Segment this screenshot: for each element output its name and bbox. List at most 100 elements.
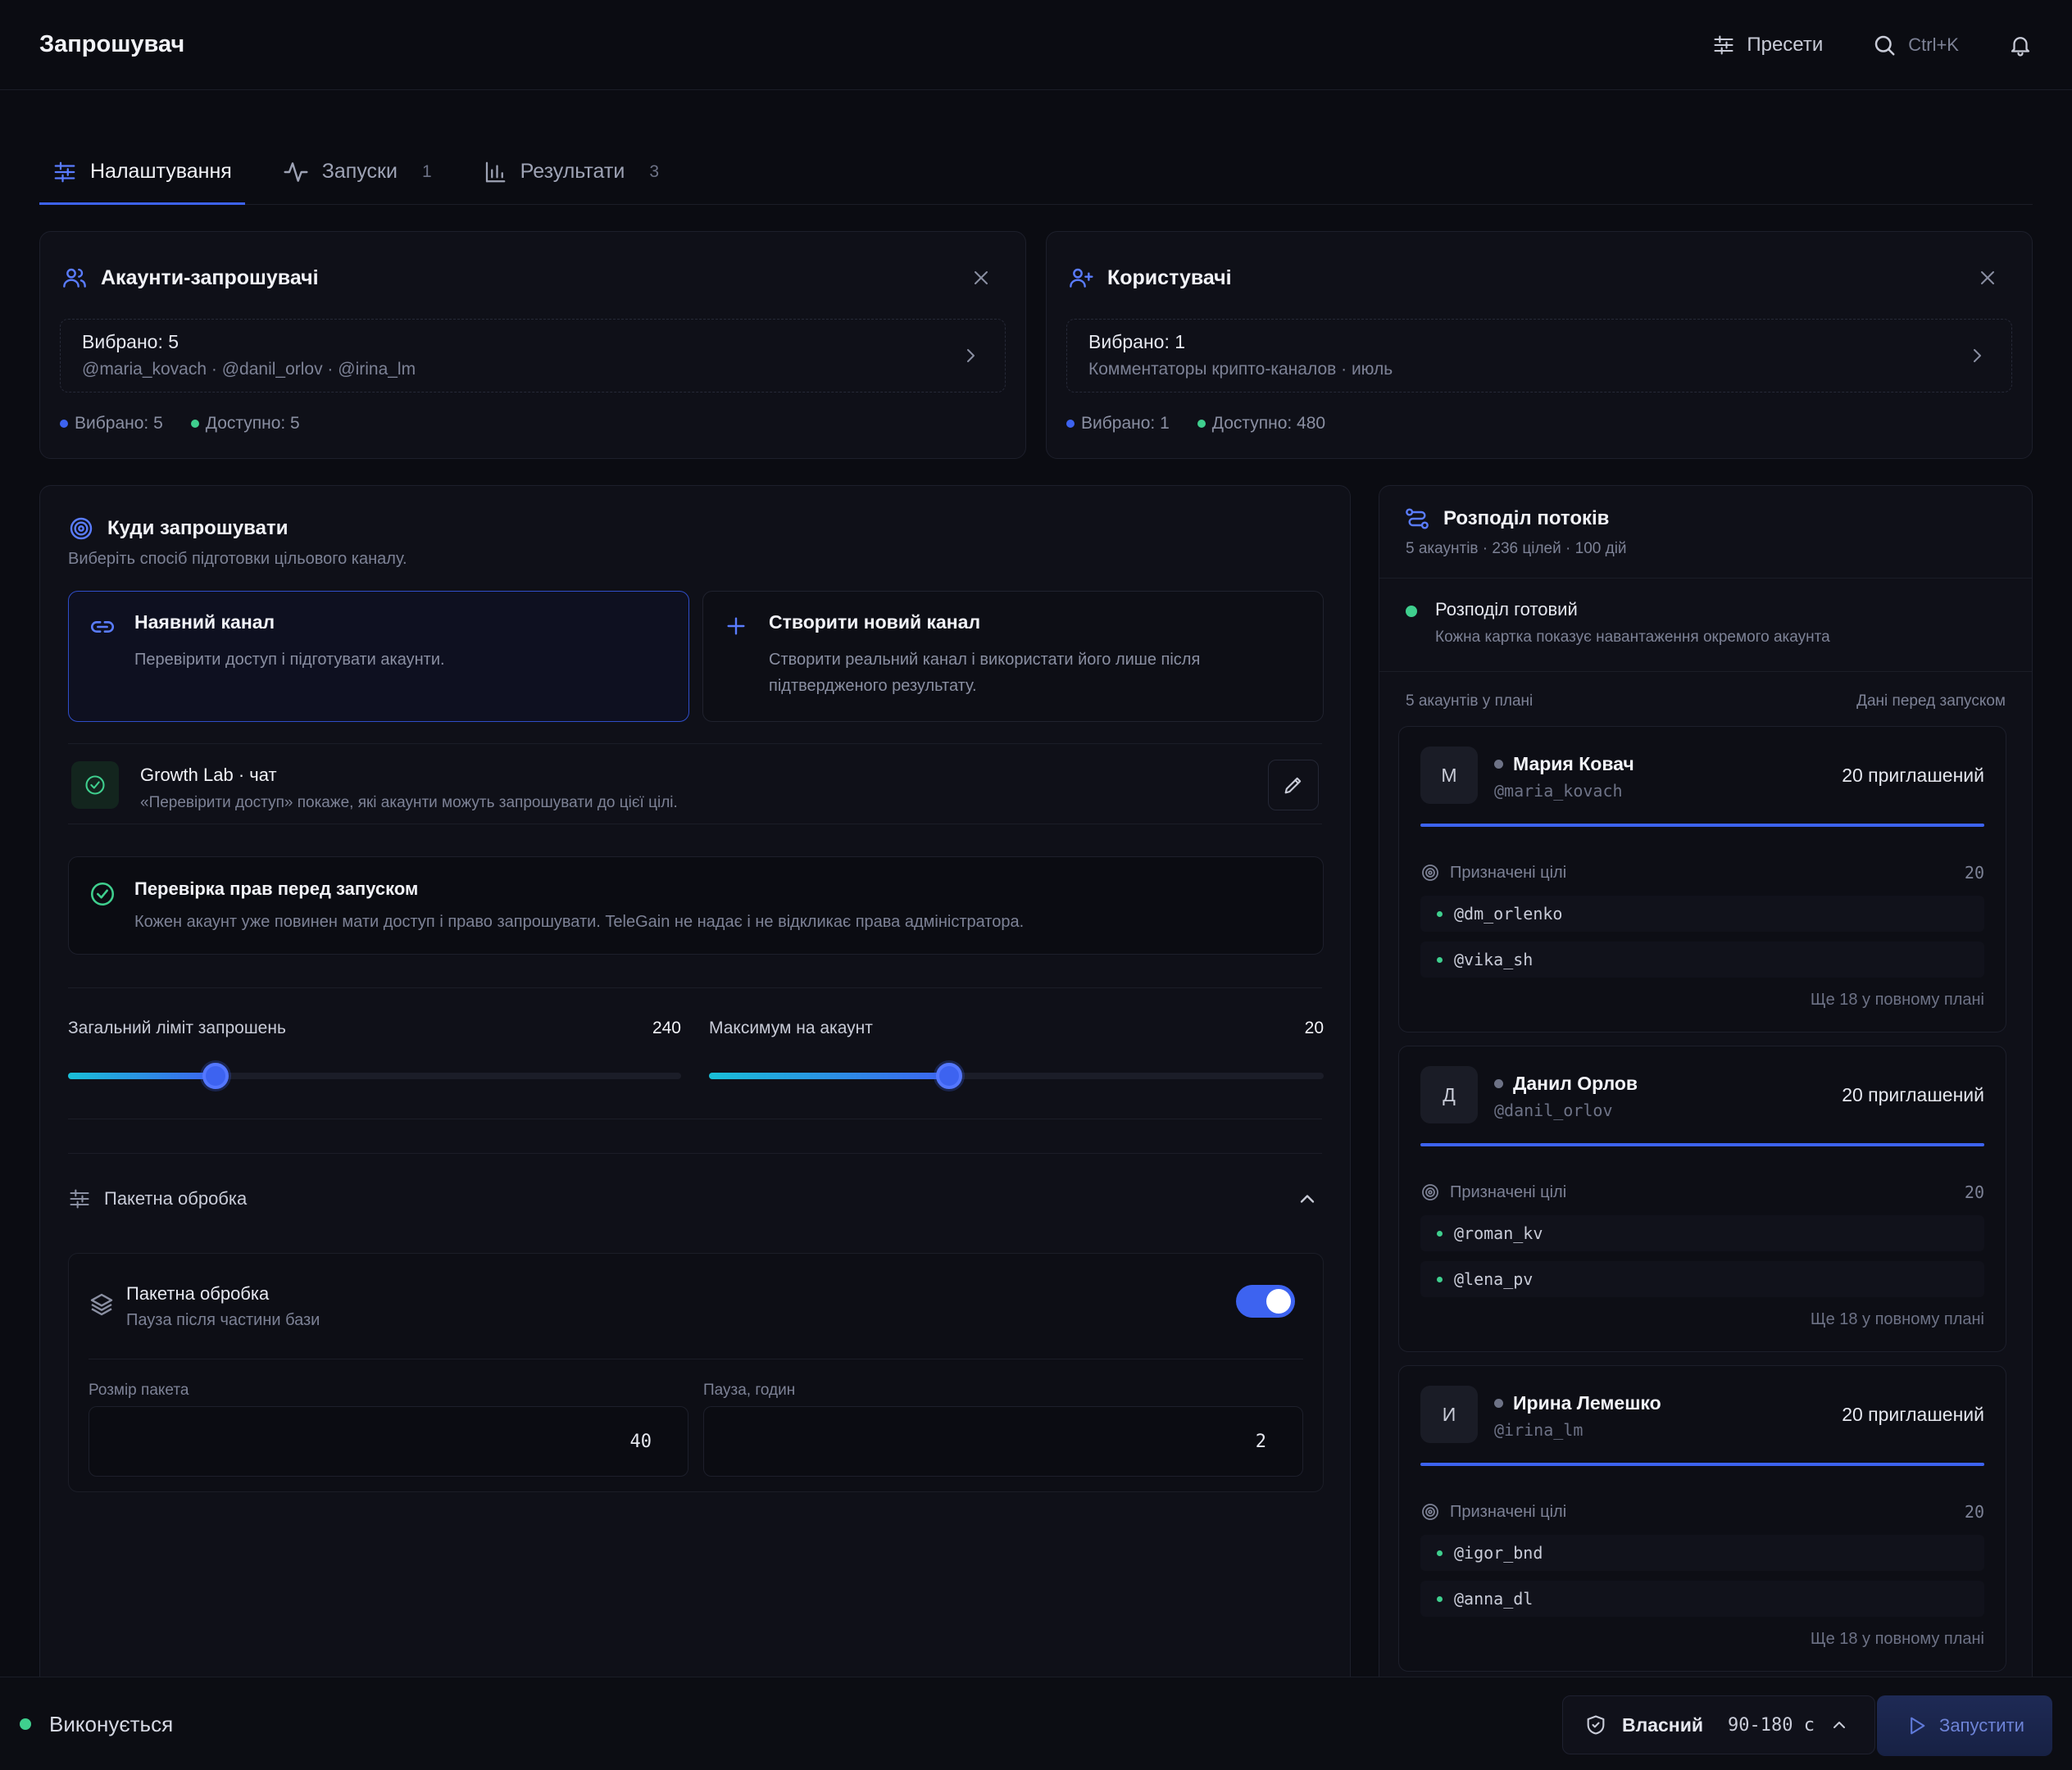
users-selected: Вибрано: 1 [1088, 331, 1186, 352]
limit-per-fill [709, 1073, 949, 1079]
edit-target-button[interactable] [1268, 760, 1319, 810]
account-card: Д Данил Орлов @danil_orlov 20 приглашени… [1398, 1046, 2006, 1352]
inviters-title: Акаунти-запрошувачі [101, 266, 319, 289]
plan-count: 5 акаунтів у плані [1406, 692, 1534, 710]
inviters-picker[interactable]: Вибрано: 5 @maria_kovach · @danil_orlov … [60, 319, 1006, 393]
batch-desc: Пауза після частини бази [126, 1311, 320, 1329]
users-header: Користувачі [1068, 265, 1232, 291]
limit-per-handle[interactable] [935, 1063, 962, 1089]
target-card: Куди запрошувати Виберіть спосіб підгото… [39, 485, 1351, 1690]
limit-per-slider[interactable] [709, 1063, 1324, 1089]
users-stats: Вибрано: 1 Доступно: 480 [1066, 414, 1325, 433]
tab-results[interactable]: Результати 3 [470, 139, 672, 204]
chevron-up-icon [1829, 1715, 1849, 1735]
batch-size-input[interactable]: 40 [89, 1406, 688, 1477]
search-button[interactable]: Ctrl+K [1872, 33, 1959, 57]
target-item: @vika_sh [1420, 942, 1984, 978]
users-clear-button[interactable] [1978, 268, 1997, 288]
presets-button[interactable]: Пресети [1712, 34, 1823, 57]
limit-total-handle[interactable] [202, 1063, 229, 1089]
divider [68, 1153, 1322, 1154]
play-icon [1905, 1714, 1928, 1737]
batch-title: Пакетна обробка [126, 1283, 270, 1304]
more-targets: Ще 18 у повному плані [1810, 1630, 1984, 1648]
status-dot [1494, 1399, 1503, 1408]
targets-label: Призначені цілі [1450, 1182, 1567, 1201]
bar-chart-icon [483, 160, 507, 184]
activity-icon [283, 159, 309, 185]
pause-label: Пауза, годин [703, 1382, 796, 1399]
batch-section-toggle[interactable]: Пакетна обробка [68, 1182, 1322, 1215]
option-existing-title: Наявний канал [134, 611, 275, 633]
limit-total-row: Загальний ліміт запрошень 240 [68, 1019, 681, 1038]
notifications-button[interactable] [2008, 33, 2033, 57]
chevron-right-icon [1967, 346, 1987, 365]
app-title: Запрошувач [39, 31, 185, 57]
status-title: Розподіл готовий [1435, 599, 1578, 620]
load-bar [1420, 1143, 1984, 1146]
account-invites: 20 приглашений [1842, 1404, 1984, 1425]
check-circle-icon [89, 880, 116, 908]
tab-runs-count: 1 [421, 161, 432, 181]
target-icon [1420, 863, 1440, 883]
account-handle: @maria_kovach [1494, 781, 1623, 801]
account-name: Мария Ковач [1494, 753, 1634, 775]
target-header: Куди запрошувати [68, 515, 288, 542]
chevron-up-icon [1296, 1187, 1319, 1210]
layers-icon [89, 1291, 115, 1318]
divider [1379, 671, 2032, 672]
option-new-title: Створити новий канал [769, 611, 981, 633]
status-dot [1494, 1079, 1503, 1088]
limit-total-slider[interactable] [68, 1063, 681, 1089]
avatar: Д [1420, 1066, 1478, 1123]
status-dot [1494, 760, 1503, 769]
top-actions: Пресети Ctrl+K [1712, 33, 2033, 57]
limit-per-label: Максимум на акаунт [709, 1019, 873, 1037]
option-existing-channel[interactable]: Наявний канал Перевірити доступ і підгот… [68, 591, 689, 722]
top-bar: Запрошувач Пресети Ctrl+K [0, 0, 2072, 90]
target-title: Куди запрошувати [107, 517, 289, 539]
inviters-header: Акаунти-запрошувачі [61, 265, 319, 291]
batch-size-label: Розмір пакета [89, 1382, 189, 1399]
load-bar [1420, 824, 1984, 827]
chosen-target-name: Growth Lab · чат [140, 765, 277, 785]
chosen-target-hint: «Перевірити доступ» покаже, які акаунти … [140, 794, 678, 811]
footer-bar: Виконується Власний 90-180 с Запустити [0, 1677, 2072, 1770]
tab-results-count: 3 [649, 161, 660, 181]
option-new-channel[interactable]: Створити новий канал Створити реальний к… [702, 591, 1324, 722]
inviters-clear-button[interactable] [971, 268, 991, 288]
tab-settings[interactable]: Налаштування [39, 139, 245, 205]
users-picker[interactable]: Вибрано: 1 Комментаторы крипто-каналов ·… [1066, 319, 2012, 393]
account-handle: @danil_orlov [1494, 1101, 1613, 1120]
divider [68, 987, 1322, 988]
batch-toggle[interactable] [1236, 1285, 1295, 1318]
plan-note: Дані перед запуском [1856, 692, 2006, 710]
target-icon [68, 515, 94, 542]
mode-label: Власний [1622, 1713, 1703, 1736]
targets-header: Призначені цілі 20 [1420, 1182, 1984, 1202]
users-stat-available: Доступно: 480 [1197, 414, 1325, 433]
pause-input[interactable]: 2 [703, 1406, 1303, 1477]
target-item: @lena_pv [1420, 1261, 1984, 1297]
limit-total-label: Загальний ліміт запрошень [68, 1019, 286, 1037]
chosen-target: Growth Lab · чат «Перевірити доступ» пок… [68, 745, 1322, 824]
tab-runs[interactable]: Запуски 1 [270, 139, 445, 204]
tab-bar: Налаштування Запуски 1 Результати 3 [39, 139, 2033, 205]
close-icon [1978, 268, 1997, 288]
users-source: Комментаторы крипто-каналов · июль [1088, 360, 1393, 379]
mode-selector[interactable]: Власний 90-180 с [1562, 1695, 1875, 1754]
status-desc: Кожна картка показує навантаження окремо… [1435, 629, 1830, 646]
avatar: М [1420, 747, 1478, 804]
account-card: И Ирина Лемешко @irina_lm 20 приглашений… [1398, 1365, 2006, 1672]
run-button[interactable]: Запустити [1877, 1695, 2052, 1756]
distribution-subtitle: 5 акаунтів · 236 цілей · 100 дій [1406, 540, 1627, 557]
avatar: И [1420, 1386, 1478, 1443]
sliders-icon [1712, 34, 1735, 57]
user-plus-icon [1068, 265, 1094, 291]
targets-count: 20 [1964, 863, 1984, 883]
targets-label: Призначені цілі [1450, 1502, 1567, 1521]
account-name: Ирина Лемешко [1494, 1392, 1661, 1414]
distribution-header: Розподіл потоків [1404, 506, 1609, 532]
targets-count: 20 [1964, 1502, 1984, 1522]
inviters-stat-selected: Вибрано: 5 [60, 414, 163, 433]
